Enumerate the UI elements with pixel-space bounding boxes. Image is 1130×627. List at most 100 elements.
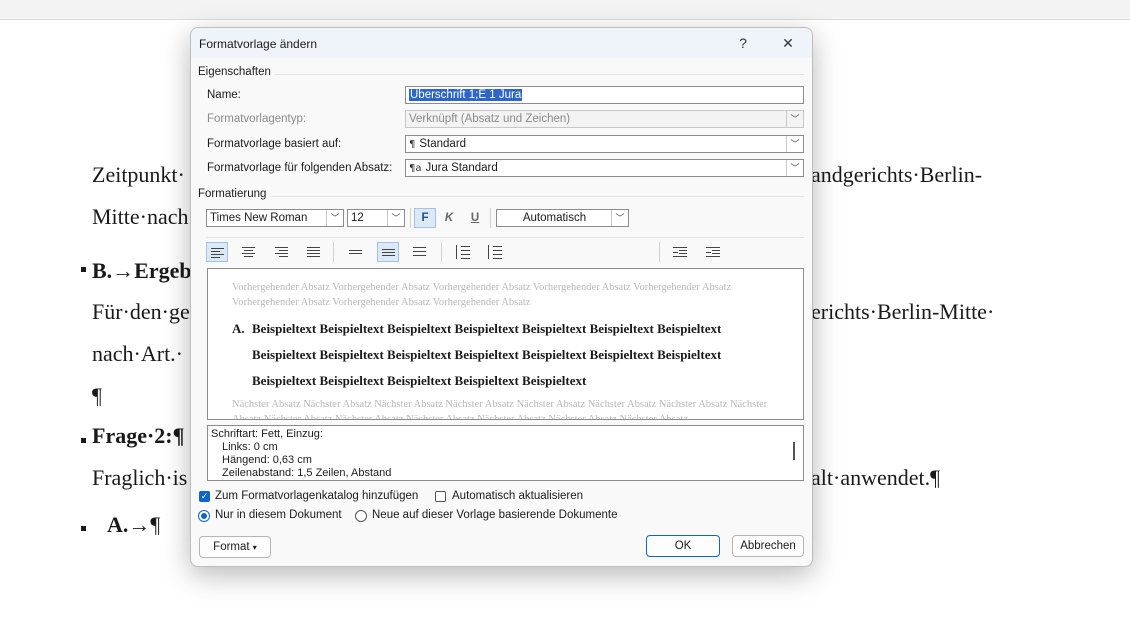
align-center-icon[interactable] <box>238 242 260 262</box>
justify-icon[interactable] <box>303 242 325 262</box>
toolbar-separator <box>441 242 442 262</box>
description-line: Links: 0 cm <box>222 441 278 453</box>
chevron-down-icon: ﹀ <box>786 160 803 176</box>
doc-line-8: Fraglich·is <box>92 465 188 490</box>
dialog-title: Formatvorlage ändern <box>199 37 318 51</box>
toolbar-separator <box>490 208 491 228</box>
add-to-gallery-label[interactable]: Zum Formatvorlagenkatalog hinzufügen <box>215 490 418 502</box>
font-name-combo[interactable]: Times New Roman ﹀ <box>206 209 344 227</box>
help-button[interactable]: ? <box>731 33 755 53</box>
toolbar-separator <box>410 208 411 228</box>
ok-button[interactable]: OK <box>646 535 720 557</box>
doc-line-8-right: alt·anwendet.¶ <box>811 465 941 490</box>
doc-line-2: Mitte·nach <box>92 204 189 229</box>
bold-button[interactable]: F <box>414 208 436 228</box>
name-label-text: Name: <box>207 89 241 101</box>
line-spacing-double-icon[interactable] <box>409 242 431 262</box>
formatting-group-label: Formatierung <box>198 188 267 200</box>
toolbar-separator <box>659 242 660 262</box>
chevron-down-icon: ﹀ <box>611 210 628 226</box>
style-type-value: Verknüpft (Absatz und Zeichen) <box>409 113 571 125</box>
font-color-value: Automatisch <box>522 212 587 224</box>
cancel-button[interactable]: Abbrechen <box>732 535 804 557</box>
font-size-value: 12 <box>351 212 364 224</box>
chevron-down-icon: ﹀ <box>387 210 404 226</box>
chevron-down-icon: ﹀ <box>786 136 803 152</box>
doc-item-a: A.→¶ <box>107 512 160 538</box>
decrease-indent-icon[interactable] <box>669 242 691 262</box>
doc-line-1-right: andgerichts·Berlin- <box>811 162 983 187</box>
modify-style-dialog: Formatvorlage ändern ? ✕ Eigenschaften N… <box>190 27 813 567</box>
italic-button[interactable]: K <box>438 208 460 228</box>
paragraph-mark-bullet <box>81 438 86 443</box>
style-description[interactable]: Schriftart: Fett, Einzug: Links: 0 cm Hä… <box>207 425 804 481</box>
align-right-icon[interactable] <box>271 242 293 262</box>
doc-line-5: nach·Art.· <box>92 341 184 366</box>
add-to-gallery-checkbox[interactable]: ✓ <box>199 491 210 502</box>
style-type-label: Formatvorlagentyp: <box>207 113 307 125</box>
line-spacing-single-icon[interactable] <box>345 242 367 262</box>
divider <box>206 237 804 238</box>
preview-line-3: Beispieltext Beispieltext Beispieltext B… <box>252 373 587 388</box>
name-label: Name: <box>207 89 241 101</box>
space-before-icon[interactable] <box>451 242 473 262</box>
preview-number: A. <box>232 321 245 336</box>
underline-button[interactable]: U <box>464 208 486 228</box>
chevron-down-icon: ﹀ <box>326 210 343 226</box>
next-style-value: Jura Standard <box>425 162 498 174</box>
chevron-down-icon: ﹀ <box>786 111 803 127</box>
line-spacing-1-5-icon[interactable] <box>377 242 399 262</box>
preview-next-paragraph: Nächster Absatz Nächster Absatz Nächster… <box>232 399 768 420</box>
auto-update-label[interactable]: Automatisch aktualisieren <box>452 490 583 502</box>
format-menu-button[interactable]: Format ▾ <box>199 536 271 558</box>
based-on-label: Formatvorlage basiert auf: <box>207 138 342 150</box>
format-button-label: Format <box>213 541 250 553</box>
based-on-select[interactable]: ¶ Standard ﹀ <box>405 135 804 153</box>
doc-line-1: Zeitpunkt· <box>92 162 185 187</box>
preview-previous-paragraph: Vorhergehender Absatz Vorhergehender Abs… <box>232 282 732 308</box>
preview-line-1: Beispieltext Beispieltext Beispieltext B… <box>252 321 722 336</box>
text-cursor-pilcrow: ¶ <box>150 512 161 537</box>
style-preview: Vorhergehender Absatz Vorhergehender Abs… <box>207 268 804 420</box>
new-documents-radio[interactable] <box>355 510 367 522</box>
linked-style-icon: ¶a <box>409 163 422 174</box>
close-button[interactable]: ✕ <box>776 33 800 53</box>
paragraph-mark-bullet <box>81 526 86 531</box>
doc-line-4-right: erichts·Berlin-Mitte· <box>811 299 995 324</box>
divider <box>271 196 804 197</box>
preview-line-2: Beispieltext Beispieltext Beispieltext B… <box>252 347 722 362</box>
properties-group-label: Eigenschaften <box>198 66 271 78</box>
based-on-value: Standard <box>419 138 467 150</box>
font-color-select[interactable]: Automatisch ﹀ <box>496 209 629 227</box>
description-line: Zeilenabstand: 1,5 Zeilen, Abstand <box>222 467 392 479</box>
font-size-combo[interactable]: 12 ﹀ <box>347 209 405 227</box>
description-line: Schriftart: Fett, Einzug: <box>211 428 323 440</box>
chevron-down-icon: ▾ <box>252 543 257 552</box>
doc-line-4: Für·den·ge <box>92 299 190 324</box>
name-input[interactable]: Überschrift 1;E 1 Jura <box>405 86 804 104</box>
align-left-icon[interactable] <box>206 242 228 262</box>
next-style-label: Formatvorlage für folgenden Absatz: <box>207 162 393 174</box>
name-input-value: Überschrift 1;E 1 Jura <box>409 89 523 101</box>
doc-heading-frage-2: Frage·2:¶ <box>92 423 185 448</box>
paragraph-mark-bullet <box>81 267 86 272</box>
new-documents-label[interactable]: Neue auf dieser Vorlage basierende Dokum… <box>372 509 618 521</box>
increase-indent-icon[interactable] <box>702 242 724 262</box>
only-this-document-radio[interactable] <box>198 510 210 522</box>
ribbon-bottom-edge <box>0 0 1130 20</box>
toolbar-separator <box>333 242 334 262</box>
description-scrollbar[interactable] <box>793 442 795 460</box>
doc-item-a-text: A.→ <box>107 512 151 537</box>
font-name-value: Times New Roman <box>210 212 308 224</box>
only-this-document-label[interactable]: Nur in diesem Dokument <box>215 509 342 521</box>
doc-heading-b: B.→Ergeb <box>92 258 192 283</box>
dialog-titlebar[interactable]: Formatvorlage ändern ? ✕ <box>191 28 812 58</box>
space-after-icon[interactable] <box>483 242 505 262</box>
next-style-select[interactable]: ¶a Jura Standard ﹀ <box>405 159 804 177</box>
divider <box>275 74 804 75</box>
paragraph-style-icon: ¶ <box>409 139 416 150</box>
description-line: Hängend: 0,63 cm <box>222 454 312 466</box>
style-type-select: Verknüpft (Absatz und Zeichen) ﹀ <box>405 110 804 128</box>
auto-update-checkbox[interactable] <box>435 491 446 502</box>
doc-empty-pilcrow: ¶ <box>92 383 102 408</box>
